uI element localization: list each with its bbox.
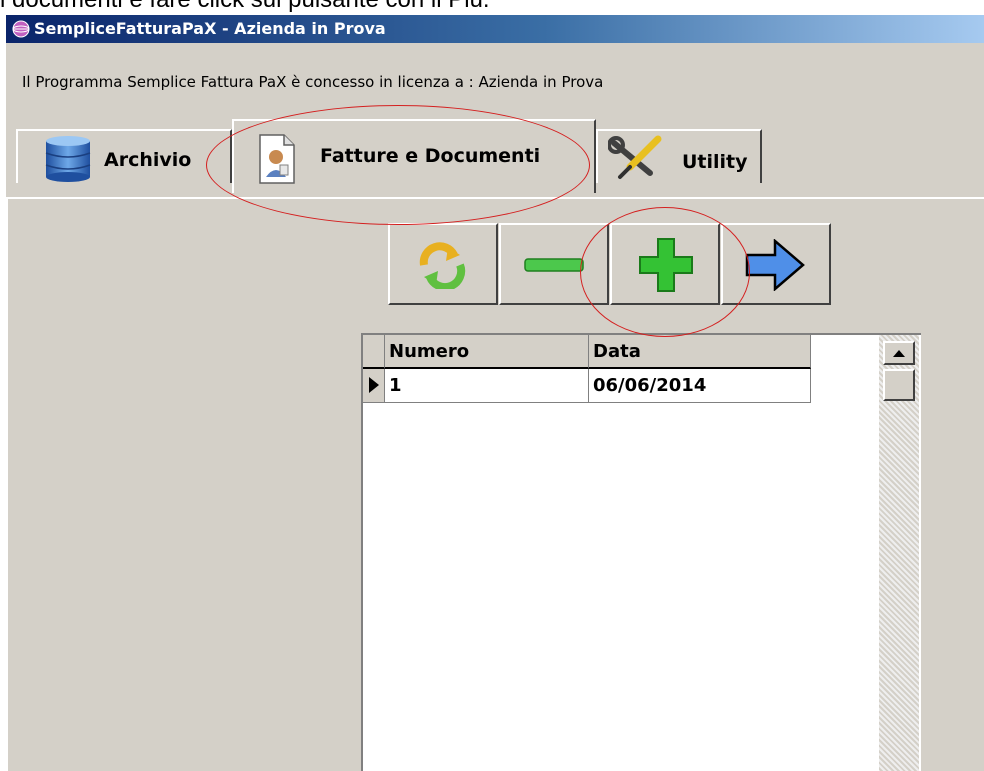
row-pointer-icon bbox=[369, 377, 379, 393]
database-icon bbox=[45, 136, 91, 182]
column-header-data-label: Data bbox=[593, 341, 641, 362]
tools-icon bbox=[608, 135, 662, 179]
grid-corner-header bbox=[363, 335, 385, 369]
tab-archivio[interactable]: Archivio bbox=[16, 129, 232, 183]
annotation-circle-add bbox=[580, 207, 750, 337]
tab-utility[interactable]: Utility bbox=[596, 129, 762, 183]
tab-utility-label: Utility bbox=[682, 151, 748, 173]
title-bar: SempliceFatturaPaX - Azienda in Prova bbox=[6, 15, 984, 43]
license-text: Il Programma Semplice Fattura PaX è conc… bbox=[22, 73, 604, 91]
caption-text: i documenti e fare click sul pulsante co… bbox=[0, 0, 984, 12]
column-header-numero-label: Numero bbox=[389, 341, 470, 362]
annotation-circle-tab bbox=[206, 105, 590, 225]
column-header-numero[interactable]: Numero bbox=[385, 335, 589, 369]
arrow-up-icon bbox=[893, 350, 905, 357]
tab-archivio-label: Archivio bbox=[104, 149, 192, 171]
row-indicator[interactable] bbox=[363, 369, 385, 403]
arrow-right-icon bbox=[745, 239, 805, 291]
scroll-thumb[interactable] bbox=[883, 369, 915, 401]
minus-icon bbox=[524, 258, 584, 272]
window-title: SempliceFatturaPaX - Azienda in Prova bbox=[34, 19, 386, 38]
table-row-cell-numero[interactable]: 1 bbox=[385, 369, 589, 403]
scroll-up-button[interactable] bbox=[883, 341, 915, 365]
column-header-data[interactable]: Data bbox=[589, 335, 811, 369]
app-globe-icon bbox=[12, 20, 30, 38]
documents-grid[interactable]: Numero Data 1 06/06/2014 bbox=[361, 333, 921, 771]
app-window: SempliceFatturaPaX - Azienda in Prova Il… bbox=[6, 15, 984, 771]
refresh-button[interactable] bbox=[388, 223, 498, 305]
table-row-cell-data[interactable]: 06/06/2014 bbox=[589, 369, 811, 403]
cell-data-text: 06/06/2014 bbox=[593, 375, 707, 396]
refresh-icon bbox=[419, 242, 466, 289]
vertical-scrollbar[interactable] bbox=[879, 335, 919, 771]
cell-numero-text: 1 bbox=[389, 375, 402, 396]
panel-border-left bbox=[6, 197, 8, 771]
